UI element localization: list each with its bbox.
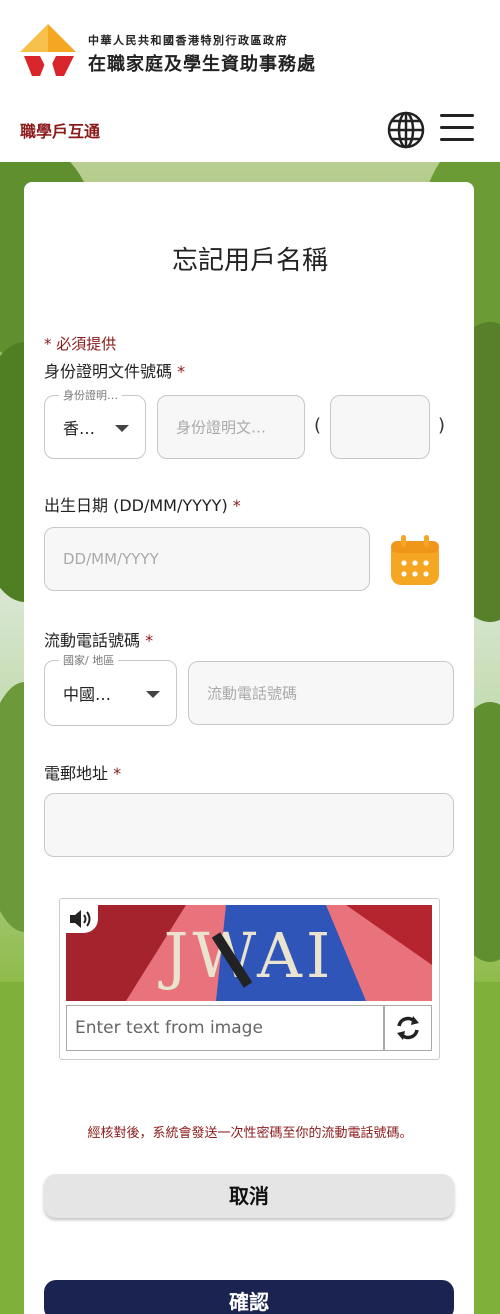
mobile-number-placeholder: 流動電話號碼 — [207, 684, 298, 703]
chevron-down-icon — [115, 425, 129, 432]
id-number-input[interactable]: 身份證明文… — [157, 395, 305, 459]
email-label: 電郵地址 * — [44, 760, 121, 784]
mobile-label: 流動電話號碼 * — [44, 627, 153, 651]
cancel-button[interactable]: 取消 — [44, 1174, 454, 1218]
required-star: * — [232, 496, 241, 515]
email-label-text: 電郵地址 — [44, 764, 109, 783]
id-label-text: 身份證明文件號碼 — [44, 362, 173, 381]
id-number-placeholder: 身份證明文… — [176, 418, 267, 437]
org-name-top: 中華人民共和國香港特別行政區政府 — [88, 34, 288, 47]
paren-open: ( — [314, 415, 322, 436]
id-check-digit-input[interactable] — [330, 395, 430, 459]
required-star: * — [177, 362, 186, 381]
id-type-select[interactable]: 身份證明… 香… — [44, 387, 146, 459]
dob-label: 出生日期 (DD/MM/YYYY) * — [44, 492, 241, 516]
org-name-main: 在職家庭及學生資助事務處 — [88, 54, 316, 75]
confirm-button[interactable]: 確認 — [44, 1280, 454, 1314]
dob-placeholder: DD/MM/YYYY — [63, 550, 159, 568]
required-star: * — [145, 631, 154, 650]
site-name[interactable]: 職學戶互通 — [20, 118, 100, 142]
menu-icon[interactable] — [440, 114, 474, 144]
email-input[interactable] — [44, 793, 454, 857]
refresh-icon — [397, 1016, 419, 1040]
captcha-input[interactable]: Enter text from image — [66, 1005, 384, 1051]
required-note: * 必須提供 — [44, 335, 117, 353]
header: 中華人民共和國香港特別行政區政府 在職家庭及學生資助事務處 職學戶互通 — [0, 0, 500, 162]
dob-label-text: 出生日期 (DD/MM/YYYY) — [44, 496, 228, 515]
page-title: 忘記用戶名稱 — [171, 246, 328, 276]
org-name: 中華人民共和國香港特別行政區政府 在職家庭及學生資助事務處 — [88, 32, 316, 76]
mobile-label-text: 流動電話號碼 — [44, 631, 141, 650]
region-value: 中國… — [63, 685, 112, 704]
id-label: 身份證明文件號碼 * — [44, 358, 185, 382]
id-type-legend: 身份證明… — [59, 387, 122, 403]
mobile-number-input[interactable]: 流動電話號碼 — [188, 661, 454, 725]
globe-icon[interactable] — [386, 110, 426, 150]
paren-close: ) — [438, 415, 446, 436]
speaker-icon[interactable] — [66, 905, 98, 933]
region-legend: 國家/ 地區 — [59, 652, 119, 668]
captcha-placeholder: Enter text from image — [75, 1018, 263, 1038]
chevron-down-icon — [146, 691, 160, 698]
refresh-captcha-button[interactable] — [384, 1005, 432, 1051]
dob-input[interactable]: DD/MM/YYYY — [44, 527, 370, 591]
required-star: * — [113, 764, 122, 783]
id-type-value: 香… — [63, 419, 96, 438]
calendar-icon[interactable] — [388, 533, 442, 587]
otp-info-text: 經核對後，系統會發送一次性密碼至你的流動電話號碼。 — [87, 1126, 413, 1141]
region-select[interactable]: 國家/ 地區 中國… — [44, 652, 177, 726]
captcha-image: JWAI — [66, 905, 432, 1001]
logo-icon[interactable] — [18, 22, 78, 78]
